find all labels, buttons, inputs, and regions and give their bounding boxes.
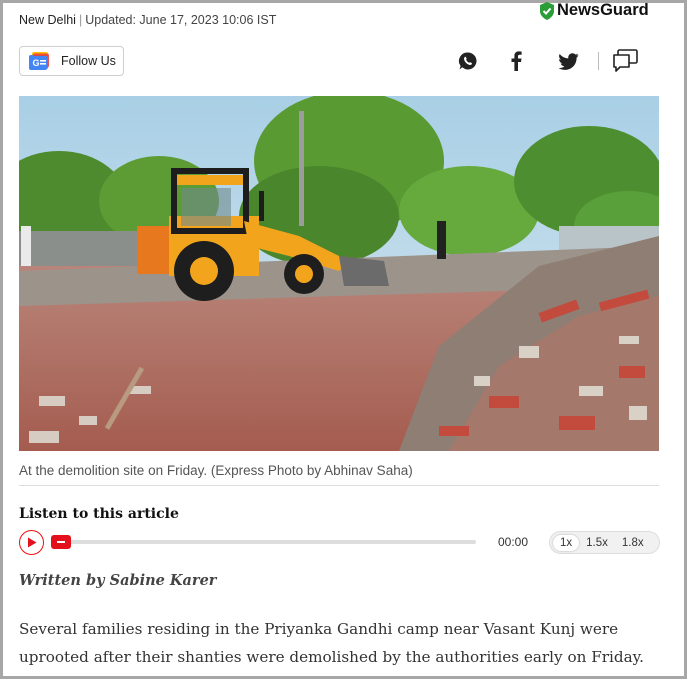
google-news-icon: G	[29, 52, 49, 70]
newsguard-badge[interactable]: NewsGuard	[539, 1, 649, 20]
whatsapp-share-button[interactable]	[457, 48, 479, 74]
audio-time: 00:00	[498, 535, 529, 549]
twitter-share-button[interactable]	[557, 48, 581, 74]
whatsapp-icon	[458, 52, 477, 70]
newsguard-label: NewsGuard	[557, 1, 649, 19]
author-byline[interactable]: Written by Sabine Karer	[19, 572, 216, 589]
play-button[interactable]	[19, 530, 44, 555]
twitter-icon	[559, 52, 579, 70]
listen-heading: Listen to this article	[19, 506, 179, 522]
shield-check-icon	[540, 1, 554, 20]
svg-text:G: G	[33, 58, 40, 68]
play-icon	[27, 537, 36, 548]
updated-timestamp: Updated: June 17, 2023 10:06 IST	[85, 13, 277, 27]
share-divider	[598, 52, 599, 70]
location-label: New Delhi	[19, 13, 76, 27]
speed-option-1.5x[interactable]: 1.5x	[579, 535, 615, 551]
speed-option-1.8x[interactable]: 1.8x	[615, 535, 651, 551]
article-meta: New Delhi | Updated: June 17, 2023 10:06 I…	[19, 13, 277, 27]
facebook-icon	[511, 51, 522, 71]
caption-divider	[19, 485, 659, 486]
audio-progress-track[interactable]	[60, 540, 476, 544]
photo-caption: At the demolition site on Friday. (Expre…	[19, 463, 413, 478]
comment-icon	[613, 49, 638, 72]
facebook-share-button[interactable]	[506, 48, 526, 74]
playback-speed-selector: 1x 1.5x 1.8x	[549, 531, 660, 554]
article-photo	[19, 96, 659, 451]
follow-us-label: Follow Us	[61, 54, 116, 68]
article-paragraph: Several families residing in the Priyank…	[19, 620, 645, 666]
speed-option-1x[interactable]: 1x	[553, 534, 580, 551]
audio-progress-knob[interactable]	[51, 535, 71, 549]
comments-button[interactable]	[611, 48, 639, 74]
follow-us-button[interactable]: G Follow Us	[19, 46, 124, 76]
